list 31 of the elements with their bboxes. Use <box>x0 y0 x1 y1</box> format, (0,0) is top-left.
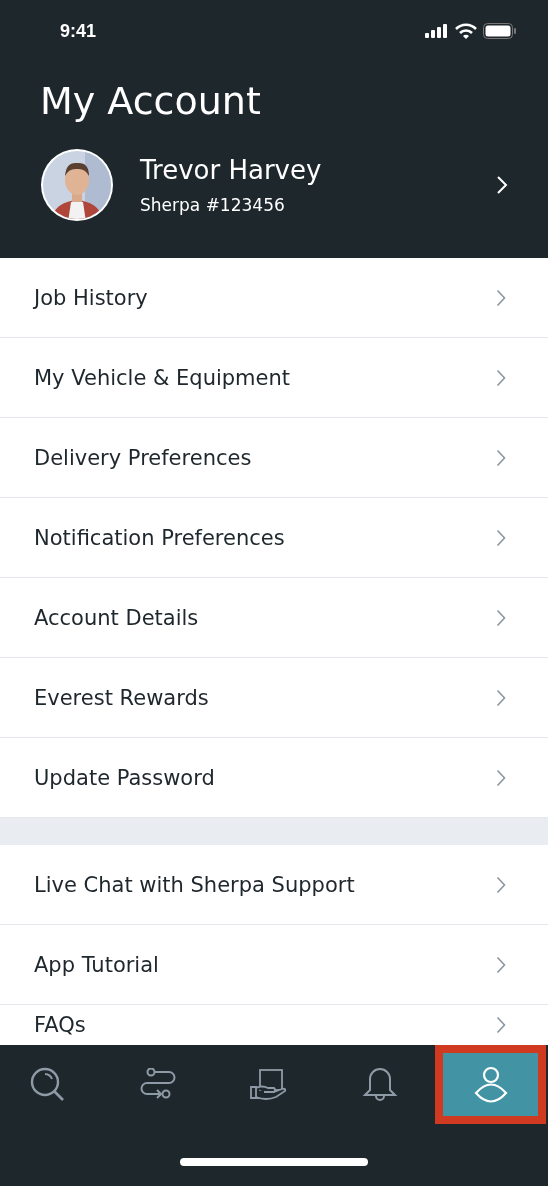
signal-icon <box>425 24 449 38</box>
menu-item[interactable]: FAQs <box>0 1005 548 1045</box>
menu-item[interactable]: Live Chat with Sherpa Support <box>0 845 548 925</box>
sherpa-id: Sherpa #123456 <box>140 195 286 215</box>
menu-item[interactable]: Delivery Preferences <box>0 418 548 498</box>
chevron-icon <box>496 688 506 707</box>
person-icon <box>473 1065 508 1104</box>
menu-item[interactable]: App Tutorial <box>0 925 548 1005</box>
chevron-icon <box>496 368 506 387</box>
package-hand-icon <box>250 1068 288 1101</box>
menu-item[interactable]: Job History <box>0 258 548 338</box>
menu-item[interactable]: Account Details <box>0 578 548 658</box>
chevron-icon <box>496 768 506 787</box>
battery-icon <box>483 23 516 39</box>
profile-name: Trevor Harvey <box>140 155 323 185</box>
chevron-icon <box>496 528 506 547</box>
menu-item[interactable]: Everest Rewards <box>0 658 548 738</box>
menu-item[interactable]: My Vehicle & Equipment <box>0 338 548 418</box>
chevron-icon <box>496 448 506 467</box>
chevron-icon <box>496 1016 506 1034</box>
page-title: My Account <box>40 82 262 120</box>
bell-icon <box>360 1065 399 1104</box>
profile-row[interactable]: Trevor Harvey Sherpa #123456 <box>40 148 508 222</box>
chevron-icon <box>496 608 506 627</box>
status-time: 9:41 <box>60 20 97 42</box>
chevron-icon <box>496 955 506 974</box>
chevron-icon <box>496 875 506 894</box>
menu-item[interactable]: Notification Preferences <box>0 498 548 578</box>
chevron-icon <box>496 175 508 195</box>
chevron-icon <box>496 288 506 307</box>
wifi-icon <box>455 23 477 39</box>
